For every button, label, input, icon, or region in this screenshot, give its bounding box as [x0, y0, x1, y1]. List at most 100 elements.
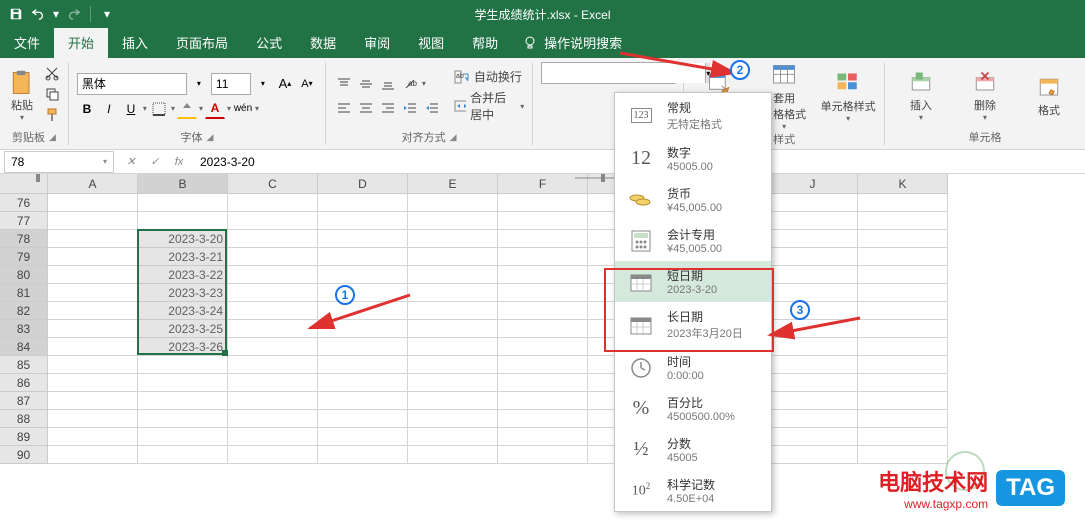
cell-C82[interactable]	[228, 302, 318, 320]
orientation-icon[interactable]: ab	[400, 74, 420, 94]
save-icon[interactable]	[8, 6, 24, 22]
cell-B86[interactable]	[138, 374, 228, 392]
tab-help[interactable]: 帮助	[458, 27, 512, 58]
cell-J90[interactable]	[768, 446, 858, 464]
row-header-86[interactable]: 86	[0, 374, 48, 392]
col-header-K[interactable]: K	[858, 174, 948, 194]
cell-K80[interactable]	[858, 266, 948, 284]
cell-A83[interactable]	[48, 320, 138, 338]
cell-E88[interactable]	[408, 410, 498, 428]
cell-E80[interactable]	[408, 266, 498, 284]
cell-B77[interactable]	[138, 212, 228, 230]
font-color-icon[interactable]: A	[205, 99, 225, 119]
cell-K84[interactable]	[858, 338, 948, 356]
cell-C86[interactable]	[228, 374, 318, 392]
cell-K79[interactable]	[858, 248, 948, 266]
launcher-icon[interactable]: ◢	[450, 132, 457, 143]
number-format-input[interactable]	[542, 63, 705, 83]
cell-C77[interactable]	[228, 212, 318, 230]
cell-A86[interactable]	[48, 374, 138, 392]
cell-A84[interactable]	[48, 338, 138, 356]
cell-E81[interactable]	[408, 284, 498, 302]
cell-A87[interactable]	[48, 392, 138, 410]
cell-B87[interactable]	[138, 392, 228, 410]
format-option-9[interactable]: 102科学记数4.50E+04	[615, 470, 771, 511]
format-cells-button[interactable]: 格式	[1021, 74, 1077, 118]
cell-A77[interactable]	[48, 212, 138, 230]
format-option-7[interactable]: %百分比4500500.00%	[615, 388, 771, 429]
tell-me-search[interactable]: 操作说明搜索	[522, 33, 622, 58]
cell-C79[interactable]	[228, 248, 318, 266]
bold-button[interactable]: B	[77, 99, 97, 119]
row-header-84[interactable]: 84	[0, 338, 48, 356]
cell-B81[interactable]: 2023-3-23	[138, 284, 228, 302]
cell-F78[interactable]	[498, 230, 588, 248]
row-header-81[interactable]: 81	[0, 284, 48, 302]
enter-formula-icon[interactable]: ✓	[146, 153, 164, 171]
undo-icon[interactable]	[30, 6, 46, 22]
increase-indent-icon[interactable]	[422, 98, 442, 118]
cell-F90[interactable]	[498, 446, 588, 464]
cut-icon[interactable]	[44, 65, 60, 84]
fill-color-icon[interactable]	[177, 99, 197, 119]
align-right-icon[interactable]	[378, 98, 398, 118]
cell-J76[interactable]	[768, 194, 858, 212]
cell-E78[interactable]	[408, 230, 498, 248]
cell-J83[interactable]	[768, 320, 858, 338]
name-box-dd-icon[interactable]: ▾	[103, 157, 107, 166]
cell-B79[interactable]: 2023-3-21	[138, 248, 228, 266]
cell-C87[interactable]	[228, 392, 318, 410]
cell-E87[interactable]	[408, 392, 498, 410]
insert-cells-button[interactable]: 插入 ▾	[893, 69, 949, 122]
cell-F87[interactable]	[498, 392, 588, 410]
cell-B83[interactable]: 2023-3-25	[138, 320, 228, 338]
cell-C83[interactable]	[228, 320, 318, 338]
align-middle-icon[interactable]	[356, 74, 376, 94]
cell-A79[interactable]	[48, 248, 138, 266]
format-option-8[interactable]: ½分数45005	[615, 429, 771, 470]
cell-B76[interactable]	[138, 194, 228, 212]
cell-F82[interactable]	[498, 302, 588, 320]
undo-dd-icon[interactable]: ▾	[52, 6, 60, 22]
border-icon[interactable]	[149, 99, 169, 119]
cell-E83[interactable]	[408, 320, 498, 338]
cell-F88[interactable]	[498, 410, 588, 428]
cell-A85[interactable]	[48, 356, 138, 374]
cell-C84[interactable]	[228, 338, 318, 356]
cell-D85[interactable]	[318, 356, 408, 374]
cell-A82[interactable]	[48, 302, 138, 320]
cell-J85[interactable]	[768, 356, 858, 374]
align-center-icon[interactable]	[356, 98, 376, 118]
cell-J77[interactable]	[768, 212, 858, 230]
cell-J88[interactable]	[768, 410, 858, 428]
paste-button[interactable]: 粘贴 ▾	[8, 69, 36, 122]
align-top-icon[interactable]	[334, 74, 354, 94]
cell-B82[interactable]: 2023-3-24	[138, 302, 228, 320]
cell-C90[interactable]	[228, 446, 318, 464]
cell-D89[interactable]	[318, 428, 408, 446]
cell-D84[interactable]	[318, 338, 408, 356]
cell-F76[interactable]	[498, 194, 588, 212]
cell-F89[interactable]	[498, 428, 588, 446]
cell-D87[interactable]	[318, 392, 408, 410]
worksheet-grid[interactable]: ABCDEFHIJK 76777879808182838485868788899…	[0, 174, 1085, 194]
cell-D81[interactable]	[318, 284, 408, 302]
col-header-E[interactable]: E	[408, 174, 498, 194]
row-header-77[interactable]: 77	[0, 212, 48, 230]
cell-A88[interactable]	[48, 410, 138, 428]
col-header-B[interactable]: B	[138, 174, 228, 194]
cell-C88[interactable]	[228, 410, 318, 428]
cell-A78[interactable]	[48, 230, 138, 248]
launcher-icon[interactable]: ◢	[49, 132, 56, 143]
cell-D86[interactable]	[318, 374, 408, 392]
format-option-4[interactable]: 短日期2023-3-20	[615, 261, 771, 302]
cell-E82[interactable]	[408, 302, 498, 320]
cell-E86[interactable]	[408, 374, 498, 392]
cell-A89[interactable]	[48, 428, 138, 446]
copy-icon[interactable]	[44, 86, 60, 105]
cell-C76[interactable]	[228, 194, 318, 212]
redo-icon[interactable]	[66, 6, 82, 22]
font-dd-icon[interactable]: ▾	[189, 74, 209, 94]
cell-B84[interactable]: 2023-3-26	[138, 338, 228, 356]
cell-E90[interactable]	[408, 446, 498, 464]
